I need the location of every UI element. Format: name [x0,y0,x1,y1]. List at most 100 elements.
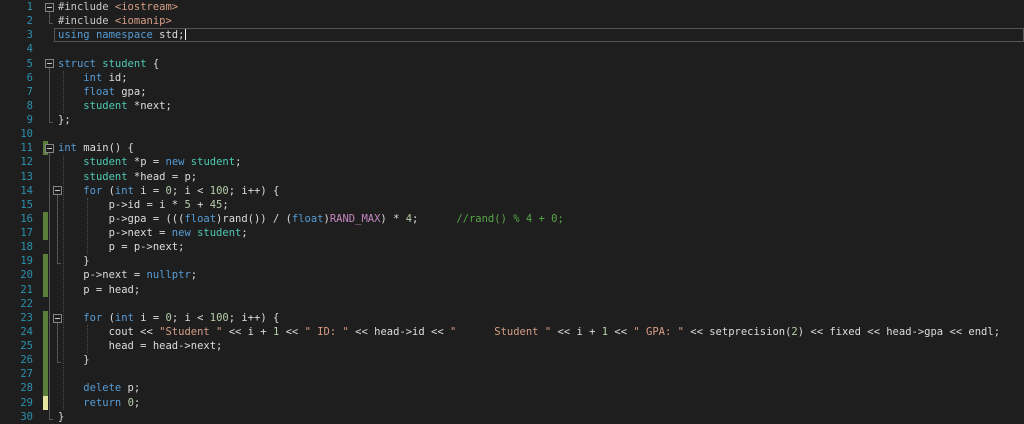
fold-toggle-icon[interactable] [45,59,54,68]
code-text: p = head; [58,283,140,297]
code-line[interactable]: 18 p = p->next; [0,240,1024,254]
change-bar-saved [43,268,48,282]
line-number[interactable]: 1 [0,0,33,14]
code-line[interactable]: 15 p->id = i * 5 + 45; [0,198,1024,212]
line-number[interactable]: 25 [0,339,33,353]
line-number[interactable]: 13 [0,170,33,184]
line-number[interactable]: 4 [0,42,33,56]
line-number[interactable]: 18 [0,240,33,254]
change-bar-saved [43,339,48,353]
code-text: student *next; [58,99,172,113]
code-text: int id; [58,71,128,85]
code-line[interactable]: 7 float gpa; [0,85,1024,99]
code-line[interactable]: 27 [0,367,1024,381]
line-number[interactable]: 8 [0,99,33,113]
line-number[interactable]: 7 [0,85,33,99]
code-text: } [58,254,90,268]
line-number[interactable]: 6 [0,71,33,85]
code-line[interactable]: 5struct student { [0,57,1024,71]
fold-toggle-icon[interactable] [45,3,54,12]
code-line[interactable]: 17 p->next = new student; [0,226,1024,240]
code-text: using namespace std; [58,28,186,42]
code-text: int main() { [58,141,134,155]
change-bar-saved [43,212,48,226]
code-text: float gpa; [58,85,147,99]
code-text: #include <iostream> [58,0,178,14]
code-line[interactable]: 24 cout << "Student " << i + 1 << " ID: … [0,325,1024,339]
line-number[interactable]: 28 [0,381,33,395]
line-number[interactable]: 27 [0,367,33,381]
code-line[interactable]: 20 p->next = nullptr; [0,268,1024,282]
code-line[interactable]: 25 head = head->next; [0,339,1024,353]
line-number[interactable]: 12 [0,155,33,169]
code-text: cout << "Student " << i + 1 << " ID: " <… [58,325,1000,339]
code-text: p->next = new student; [58,226,248,240]
line-number[interactable]: 26 [0,353,33,367]
code-text: student *p = new student; [58,155,241,169]
code-line[interactable]: 10 [0,127,1024,141]
line-number[interactable]: 22 [0,297,33,311]
change-bar-saved [43,311,48,325]
line-number[interactable]: 30 [0,410,33,424]
code-editor[interactable]: 1#include <iostream>2#include <iomanip>3… [0,0,1024,424]
code-line[interactable]: 16 p->gpa = (((float)rand()) / (float)RA… [0,212,1024,226]
line-number[interactable]: 5 [0,57,33,71]
code-line[interactable]: 23 for (int i = 0; i < 100; i++) { [0,311,1024,325]
code-text: p->next = nullptr; [58,268,197,282]
code-line[interactable]: 29 return 0; [0,396,1024,410]
line-number[interactable]: 21 [0,283,33,297]
code-text: return 0; [58,396,140,410]
code-lines: 1#include <iostream>2#include <iomanip>3… [0,0,1024,424]
code-line[interactable]: 26 } [0,353,1024,367]
change-bar-saved [43,381,48,395]
line-number[interactable]: 2 [0,14,33,28]
code-line[interactable]: 2 #include <iomanip> [0,14,1024,28]
code-text: p->gpa = (((float)rand()) / (float)RAND_… [58,212,564,226]
code-text: p->id = i * 5 + 45; [58,198,229,212]
line-number[interactable]: 20 [0,268,33,282]
code-line[interactable]: 28 delete p; [0,381,1024,395]
code-line[interactable]: 1 #include <iostream> [0,0,1024,14]
line-number[interactable]: 17 [0,226,33,240]
line-number[interactable]: 11 [0,141,33,155]
code-line[interactable]: 19 } [0,254,1024,268]
change-bar-saved [43,254,48,268]
code-text: for (int i = 0; i < 100; i++) { [58,184,279,198]
code-line[interactable]: 11 int main() { [0,141,1024,155]
code-text: for (int i = 0; i < 100; i++) { [58,311,279,325]
text-cursor [185,29,187,40]
fold-toggle-icon[interactable] [53,186,62,195]
change-bar-saved [43,367,48,381]
code-line[interactable]: 9}; [0,113,1024,127]
code-text: #include <iomanip> [58,14,172,28]
change-bar-saved [43,353,48,367]
code-line[interactable]: 6 int id; [0,71,1024,85]
code-line[interactable]: 30} [0,410,1024,424]
change-bar-saved [43,283,48,297]
code-line[interactable]: 13 student *head = p; [0,170,1024,184]
code-line[interactable]: 21 p = head; [0,283,1024,297]
line-number[interactable]: 3 [0,28,33,42]
code-text: } [58,410,64,424]
line-number[interactable]: 16 [0,212,33,226]
code-line[interactable]: 3 using namespace std; [0,28,1024,42]
code-line[interactable]: 4 [0,42,1024,56]
line-number[interactable]: 19 [0,254,33,268]
line-number[interactable]: 14 [0,184,33,198]
fold-toggle-icon[interactable] [45,144,54,153]
code-line[interactable]: 22 [0,297,1024,311]
code-line[interactable]: 12 student *p = new student; [0,155,1024,169]
line-number[interactable]: 10 [0,127,33,141]
code-text: student *head = p; [58,170,197,184]
line-number[interactable]: 29 [0,396,33,410]
code-line[interactable]: 8 student *next; [0,99,1024,113]
line-number[interactable]: 24 [0,325,33,339]
change-bar-saved [43,226,48,240]
fold-toggle-icon[interactable] [53,314,62,323]
line-number[interactable]: 15 [0,198,33,212]
line-number[interactable]: 23 [0,311,33,325]
code-text: }; [58,113,71,127]
code-line[interactable]: 14 for (int i = 0; i < 100; i++) { [0,184,1024,198]
code-text: } [58,353,90,367]
line-number[interactable]: 9 [0,113,33,127]
